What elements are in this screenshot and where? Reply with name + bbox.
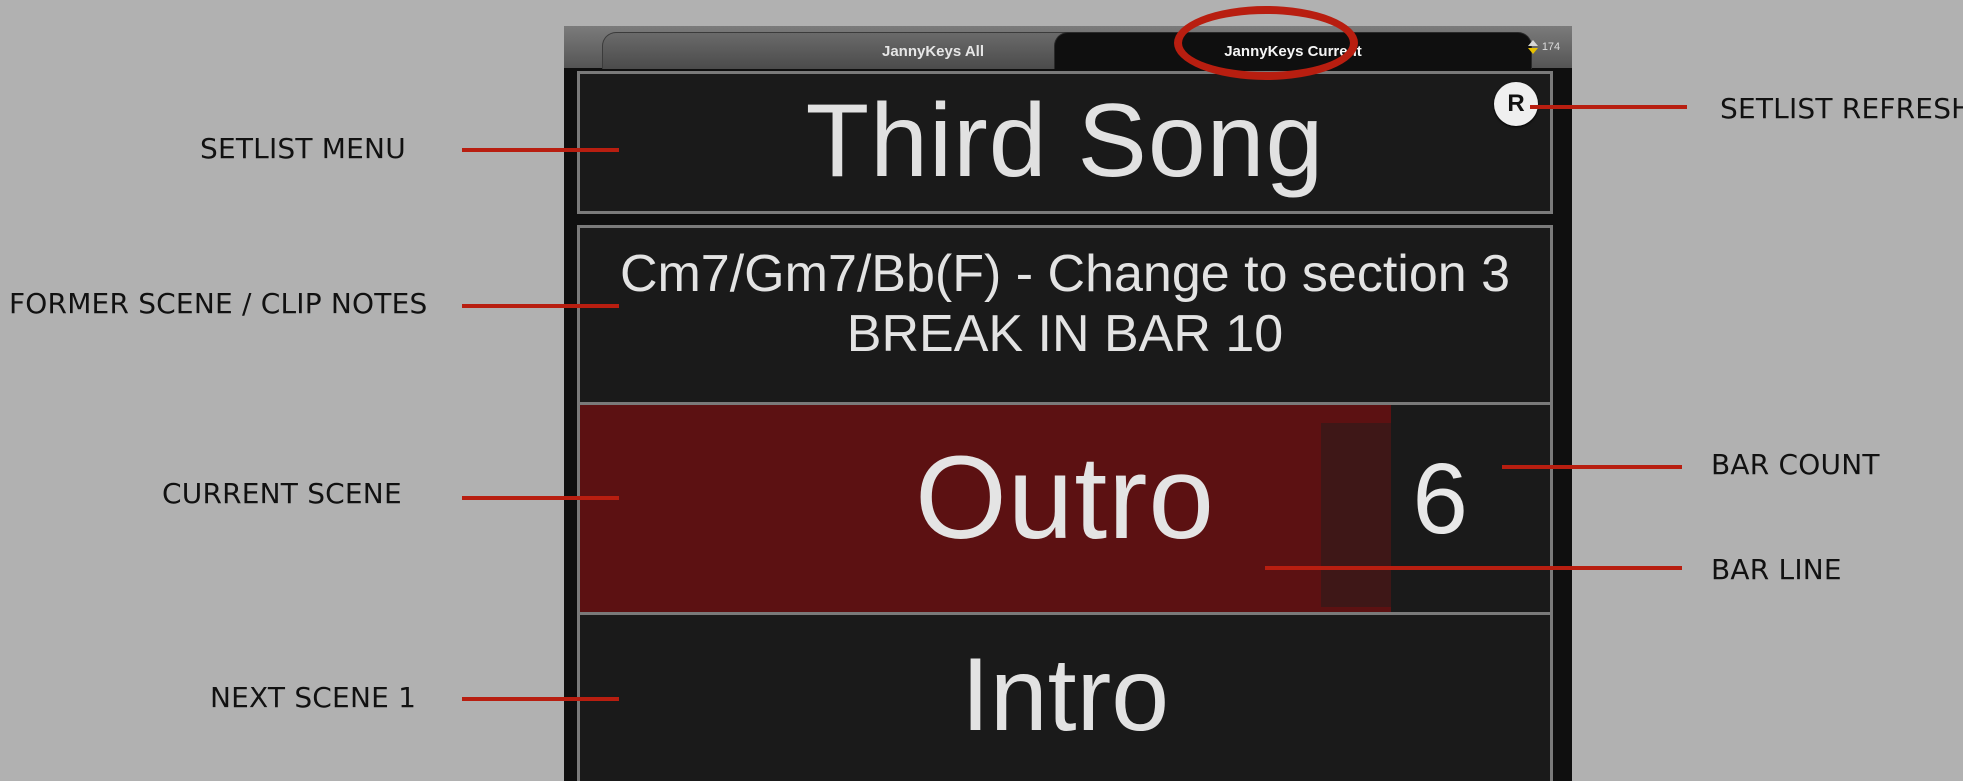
former-scene-notes: Cm7/Gm7/Bb(F) - Change to section 3 BREA… [577,225,1553,420]
clip-notes: Cm7/Gm7/Bb(F) - Change to section 3 BREA… [580,244,1550,364]
tab-extra-label: 174 [1541,41,1561,53]
notes-line-1: Cm7/Gm7/Bb(F) - Change to section 3 [619,245,1511,303]
tab-bar: JannyKeys All JannyKeys Current 174 [564,26,1572,69]
setlist-menu-label: SETLIST MENU [200,132,406,165]
tab-scroll-control[interactable]: 174 [1524,32,1564,62]
next-scene-1-label: NEXT SCENE 1 [210,681,417,714]
song-title: Third Song [805,83,1325,199]
up-down-arrows-icon [1527,40,1538,54]
bar-line-callout [1265,566,1682,570]
bar-count-label: BAR COUNT [1711,448,1880,481]
setlist-menu-callout [462,148,619,152]
tab-label: JannyKeys All [882,42,984,60]
setlist-refresh-button[interactable]: R [1494,82,1538,126]
current-scene-callout [462,496,619,500]
current-scene-name: Outro [914,432,1216,564]
bar-count: 6 [1412,443,1468,555]
setlist-menu[interactable]: Third Song R [577,71,1553,214]
setlist-refresh-callout [1530,105,1687,109]
bar-line-label: BAR LINE [1711,553,1842,586]
next-scene-1-callout [462,697,619,701]
setlist-refresh-label: SETLIST REFRESH [1720,92,1963,125]
next-scene-name: Intro [960,637,1170,753]
former-scene-notes-label: FORMER SCENE / CLIP NOTES [9,287,428,320]
notes-line-2: BREAK IN BAR 10 [846,305,1284,363]
current-scene[interactable]: Outro 6 [577,402,1553,624]
app-screen: JannyKeys All JannyKeys Current 174 Thir… [564,26,1572,781]
current-scene-label: CURRENT SCENE [162,477,402,510]
former-scene-notes-callout [462,304,619,308]
current-tab-highlight [1174,6,1358,80]
next-scene-1[interactable]: Intro [577,612,1553,781]
bar-count-callout [1502,465,1682,469]
